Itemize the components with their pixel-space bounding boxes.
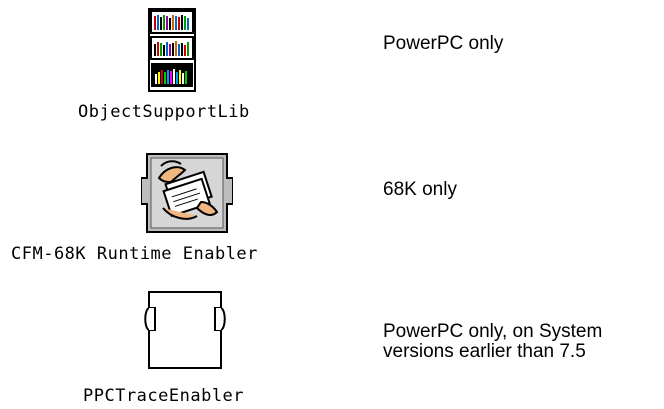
file-name-label[interactable]: CFM-68K Runtime Enabler xyxy=(11,244,258,264)
extension-puzzle-icon[interactable] xyxy=(137,290,233,370)
note-line: versions earlier than 7.5 xyxy=(383,341,586,362)
note-line: 68K only xyxy=(383,179,457,200)
compatibility-note: PowerPC only, on System versions earlier… xyxy=(383,322,602,362)
compatibility-note: 68K only xyxy=(383,180,457,200)
file-name-label[interactable]: ObjectSupportLib xyxy=(78,102,250,122)
file-name-label[interactable]: PPCTraceEnabler xyxy=(83,386,244,406)
library-books-icon[interactable] xyxy=(148,8,196,92)
cfm-enabler-hand-icon[interactable] xyxy=(140,152,234,234)
compatibility-note: PowerPC only xyxy=(383,34,503,54)
note-line: PowerPC only xyxy=(383,33,504,54)
note-line: PowerPC only, on System xyxy=(383,321,603,342)
